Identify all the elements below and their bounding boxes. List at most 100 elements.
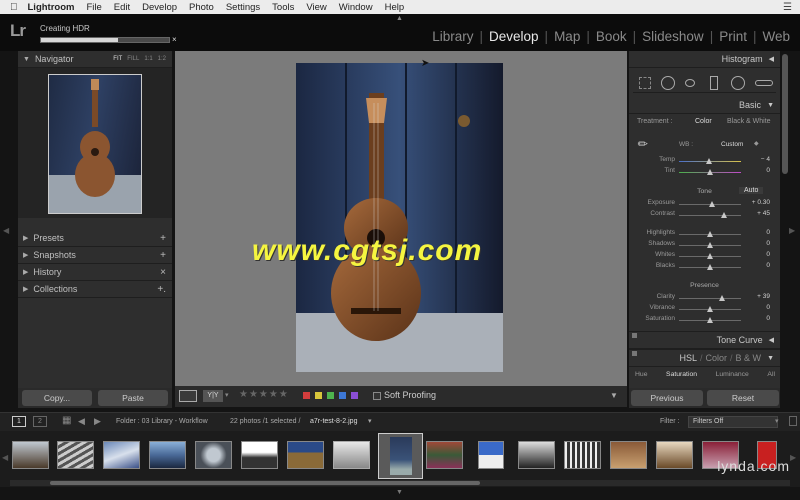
filmstrip-thumbnail[interactable] xyxy=(103,441,140,469)
menu-photo[interactable]: Photo xyxy=(183,2,220,13)
secondary-window-button[interactable]: 2 xyxy=(33,416,47,427)
slider-contrast-track[interactable] xyxy=(679,215,741,216)
panel-history[interactable]: ▶ History × xyxy=(18,264,172,281)
hsl-saturation-tab[interactable]: Saturation xyxy=(666,371,697,378)
auto-tone-button[interactable]: Auto xyxy=(739,187,764,194)
module-web[interactable]: Web xyxy=(758,29,794,44)
filmstrip-selected-cell[interactable] xyxy=(378,433,423,479)
menu-list-icon[interactable]: ☰ xyxy=(783,2,800,13)
slider-temp-value[interactable]: − 4 xyxy=(761,156,770,163)
slider-clarity[interactable]: Clarity + 39 xyxy=(629,293,780,304)
filter-select[interactable]: Filters Off xyxy=(688,416,778,428)
graduated-filter-icon[interactable] xyxy=(710,76,718,90)
zoom-fill[interactable]: FILL xyxy=(127,56,139,62)
treatment-bw-option[interactable]: Black & White xyxy=(727,118,771,125)
filmstrip-thumbnail[interactable] xyxy=(656,441,693,469)
module-slideshow[interactable]: Slideshow xyxy=(638,29,708,44)
paste-button[interactable]: Paste xyxy=(98,390,168,406)
menu-app-name[interactable]: Lightroom xyxy=(22,2,81,13)
slider-contrast-value[interactable]: + 45 xyxy=(757,210,770,217)
right-panel-scrollbar[interactable] xyxy=(782,54,788,174)
filmstrip-scrollbar[interactable] xyxy=(10,480,790,486)
hsl-hue-tab[interactable]: Hue xyxy=(635,371,647,378)
crop-tool-icon[interactable] xyxy=(639,77,651,89)
slider-tint-value[interactable]: 0 xyxy=(766,167,770,174)
slider-clarity-track[interactable] xyxy=(679,298,741,299)
filmstrip-thumbnail[interactable] xyxy=(333,441,370,469)
slider-highlights-knob[interactable] xyxy=(707,231,713,237)
chevron-down-icon[interactable]: ▾ xyxy=(225,391,229,399)
panel-switch-icon[interactable] xyxy=(632,333,637,338)
filmstrip-thumbnail[interactable] xyxy=(57,441,94,469)
color-label-purple[interactable] xyxy=(351,392,358,399)
grid-view-icon[interactable]: ▦ xyxy=(62,415,71,426)
zoom-1-1[interactable]: 1:1 xyxy=(144,56,152,62)
slider-shadows-value[interactable]: 0 xyxy=(766,240,770,247)
chevron-down-icon[interactable]: ◆ xyxy=(754,140,759,147)
slider-saturation[interactable]: Saturation 0 xyxy=(629,315,780,326)
zoom-1-2[interactable]: 1:2 xyxy=(158,56,166,62)
slider-highlights[interactable]: Highlights 0 xyxy=(629,229,780,240)
red-eye-icon[interactable] xyxy=(685,79,695,87)
hsl-luminance-tab[interactable]: Luminance xyxy=(716,371,749,378)
menu-file[interactable]: File xyxy=(80,2,107,13)
slider-exposure-value[interactable]: + 0.30 xyxy=(752,199,770,206)
toolbar-menu-icon[interactable]: ▼ xyxy=(610,391,618,400)
treatment-color-option[interactable]: Color xyxy=(695,118,712,125)
slider-shadows[interactable]: Shadows 0 xyxy=(629,240,780,251)
filmstrip-thumbnail[interactable] xyxy=(149,441,186,469)
slider-clarity-value[interactable]: + 39 xyxy=(757,293,770,300)
module-map[interactable]: Map xyxy=(550,29,584,44)
color-label-green[interactable] xyxy=(327,392,334,399)
adjustment-brush-icon[interactable] xyxy=(755,80,773,86)
rating-stars[interactable]: ★★★★★ xyxy=(239,389,289,400)
slider-shadows-knob[interactable] xyxy=(707,242,713,248)
add-snapshot-button[interactable]: + xyxy=(160,250,166,261)
wb-select[interactable]: Custom xyxy=(721,141,743,148)
panel-presets[interactable]: ▶ Presets + xyxy=(18,230,172,247)
filmstrip-thumbnail[interactable] xyxy=(610,441,647,469)
tone-curve-header[interactable]: Tone Curve ◀ xyxy=(629,331,780,349)
reset-button[interactable]: Reset xyxy=(707,390,779,406)
copy-button[interactable]: Copy... xyxy=(22,390,92,406)
menu-window[interactable]: Window xyxy=(333,2,379,13)
menu-view[interactable]: View xyxy=(300,2,332,13)
selected-filename[interactable]: a7r-test-8-2.jpg xyxy=(310,418,357,425)
slider-contrast-knob[interactable] xyxy=(720,212,727,218)
slider-whites-value[interactable]: 0 xyxy=(766,251,770,258)
slider-tint-knob[interactable] xyxy=(707,169,713,175)
filmstrip-thumbnail[interactable] xyxy=(195,441,232,469)
filmstrip-thumbnail[interactable] xyxy=(518,441,555,469)
histogram-header[interactable]: Histogram ◀ xyxy=(629,51,780,68)
module-print[interactable]: Print xyxy=(715,29,751,44)
slider-temp[interactable]: Temp − 4 xyxy=(629,156,780,167)
menu-help[interactable]: Help xyxy=(379,2,411,13)
navigator-preview[interactable] xyxy=(18,68,172,218)
task-cancel-button[interactable]: × xyxy=(172,35,177,44)
collapse-bottom-icon[interactable]: ▼ xyxy=(396,489,403,496)
color-tab[interactable]: Color xyxy=(706,353,728,363)
navigator-thumbnail[interactable] xyxy=(48,74,142,214)
color-label-red[interactable] xyxy=(303,392,310,399)
filmstrip-right-icon[interactable]: ▶ xyxy=(790,453,796,462)
forward-arrow-icon[interactable]: ▶ xyxy=(94,416,101,427)
filmstrip-thumbnail[interactable] xyxy=(426,441,463,469)
slider-saturation-value[interactable]: 0 xyxy=(766,315,770,322)
slider-vibrance-knob[interactable] xyxy=(707,306,713,312)
source-folder[interactable]: Folder : 03 Library - Workflow xyxy=(116,418,208,425)
navigator-header[interactable]: ▼ Navigator FIT FILL 1:1 1:2 xyxy=(18,51,172,68)
filmstrip-thumbnail[interactable] xyxy=(564,441,601,469)
slider-vibrance[interactable]: Vibrance 0 xyxy=(629,304,780,315)
back-arrow-icon[interactable]: ◀ xyxy=(78,416,85,427)
module-library[interactable]: Library xyxy=(428,29,477,44)
previous-button[interactable]: Previous xyxy=(631,390,703,406)
menu-tools[interactable]: Tools xyxy=(266,2,300,13)
color-label-blue[interactable] xyxy=(339,392,346,399)
menu-edit[interactable]: Edit xyxy=(108,2,136,13)
menu-settings[interactable]: Settings xyxy=(220,2,266,13)
module-develop[interactable]: Develop xyxy=(485,29,543,44)
basic-header[interactable]: Basic ▼ xyxy=(629,97,780,114)
filmstrip-thumbnail[interactable] xyxy=(241,441,278,469)
main-photo[interactable] xyxy=(296,63,503,372)
slider-blacks[interactable]: Blacks 0 xyxy=(629,262,780,273)
